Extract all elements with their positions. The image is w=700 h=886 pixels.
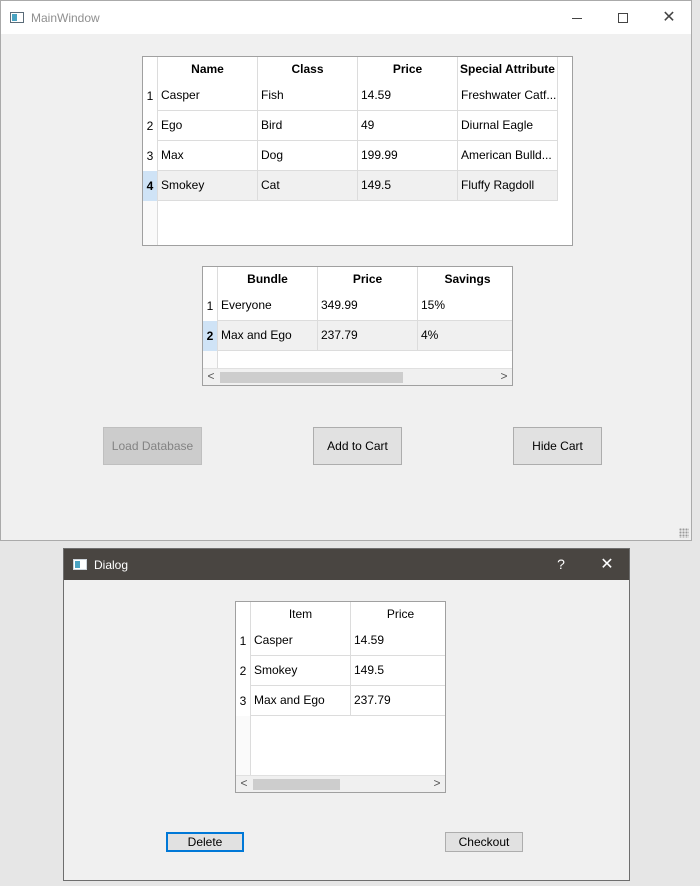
maximize-button[interactable]	[600, 1, 646, 34]
bundles-table[interactable]: Bundle Price Savings 1 Everyone 349.99 1…	[202, 266, 513, 386]
table-cell[interactable]: American Bulld...	[458, 141, 558, 171]
dialog-window-icon	[73, 559, 87, 570]
row-header[interactable]: 1	[203, 291, 218, 321]
column-header-item[interactable]: Item	[251, 602, 351, 626]
table-cell[interactable]: Max and Ego	[218, 321, 318, 351]
horizontal-scrollbar[interactable]: < >	[203, 368, 512, 385]
table-cell[interactable]: 199.99	[358, 141, 458, 171]
delete-button[interactable]: Delete	[166, 832, 244, 852]
table-cell[interactable]: 149.5	[351, 656, 445, 686]
column-header-name[interactable]: Name	[158, 57, 258, 81]
table-cell[interactable]: Cat	[258, 171, 358, 201]
row-header-filler	[236, 716, 251, 776]
dialog-window: Dialog ? ✕ Item Price 1 Casper 14.59 2 S…	[63, 548, 630, 881]
row-header[interactable]: 3	[236, 686, 251, 716]
column-header-class[interactable]: Class	[258, 57, 358, 81]
table-cell[interactable]: 15%	[418, 291, 512, 321]
table-cell[interactable]: 49	[358, 111, 458, 141]
hide-cart-button[interactable]: Hide Cart	[513, 427, 602, 465]
table-cell[interactable]: Smokey	[158, 171, 258, 201]
cart-table[interactable]: Item Price 1 Casper 14.59 2 Smokey 149.5…	[235, 601, 446, 793]
main-titlebar[interactable]: MainWindow ✕	[1, 1, 691, 34]
column-header-bundle[interactable]: Bundle	[218, 267, 318, 291]
main-window: MainWindow ✕ Name Class Price Special At…	[0, 0, 692, 541]
table-cell[interactable]: Max	[158, 141, 258, 171]
table-cell[interactable]: 14.59	[358, 81, 458, 111]
minimize-icon	[572, 17, 582, 19]
load-database-button[interactable]: Load Database	[103, 427, 202, 465]
column-header-savings[interactable]: Savings	[418, 267, 512, 291]
close-icon: ✕	[600, 556, 614, 573]
table-corner	[236, 602, 251, 626]
main-window-title: MainWindow	[31, 11, 100, 25]
table-cell[interactable]: Max and Ego	[251, 686, 351, 716]
row-header[interactable]: 2	[143, 111, 158, 141]
scroll-left-arrow-icon[interactable]: <	[203, 369, 219, 385]
table-corner	[143, 57, 158, 81]
row-header[interactable]: 1	[236, 626, 251, 656]
help-button[interactable]: ?	[538, 549, 584, 580]
row-header[interactable]: 2	[236, 656, 251, 686]
dialog-titlebar[interactable]: Dialog ? ✕	[64, 549, 629, 580]
dialog-title: Dialog	[94, 558, 129, 572]
horizontal-scrollbar[interactable]: < >	[236, 775, 445, 792]
row-header-selected[interactable]: 4	[143, 171, 158, 201]
close-icon: ✕	[662, 9, 676, 26]
dialog-close-button[interactable]: ✕	[584, 549, 630, 580]
maximize-icon	[618, 13, 628, 24]
column-header-price[interactable]: Price	[358, 57, 458, 81]
scroll-right-arrow-icon[interactable]: >	[429, 776, 445, 792]
add-to-cart-button[interactable]: Add to Cart	[313, 427, 402, 465]
column-header-price[interactable]: Price	[351, 602, 445, 626]
row-header-filler	[143, 201, 158, 245]
scroll-right-arrow-icon[interactable]: >	[496, 369, 512, 385]
table-corner	[203, 267, 218, 291]
close-button[interactable]: ✕	[646, 1, 692, 34]
table-cell[interactable]: Freshwater Catf...	[458, 81, 558, 111]
minimize-button[interactable]	[554, 1, 600, 34]
table-cell[interactable]: 237.79	[318, 321, 418, 351]
table-cell[interactable]: Smokey	[251, 656, 351, 686]
table-cell[interactable]: Casper	[158, 81, 258, 111]
app-window-icon	[10, 12, 24, 23]
row-header-filler	[203, 351, 218, 369]
table-cell[interactable]: Diurnal Eagle	[458, 111, 558, 141]
row-header[interactable]: 3	[143, 141, 158, 171]
row-header[interactable]: 1	[143, 81, 158, 111]
help-icon: ?	[557, 556, 565, 572]
table-cell[interactable]: Ego	[158, 111, 258, 141]
scrollbar-thumb[interactable]	[253, 779, 340, 790]
table-cell[interactable]: 14.59	[351, 626, 445, 656]
table-cell[interactable]: 237.79	[351, 686, 445, 716]
column-header-price[interactable]: Price	[318, 267, 418, 291]
table-cell[interactable]: 4%	[418, 321, 512, 351]
checkout-button[interactable]: Checkout	[445, 832, 523, 852]
table-cell[interactable]: Bird	[258, 111, 358, 141]
resize-grip[interactable]	[679, 528, 689, 538]
table-cell[interactable]: 349.99	[318, 291, 418, 321]
table-cell[interactable]: Casper	[251, 626, 351, 656]
scroll-left-arrow-icon[interactable]: <	[236, 776, 252, 792]
table-cell[interactable]: 149.5	[358, 171, 458, 201]
table-cell[interactable]: Dog	[258, 141, 358, 171]
pets-table[interactable]: Name Class Price Special Attribute 1 Cas…	[142, 56, 573, 246]
row-header-selected[interactable]: 2	[203, 321, 218, 351]
scrollbar-thumb[interactable]	[220, 372, 403, 383]
table-cell[interactable]: Everyone	[218, 291, 318, 321]
column-header-special-attribute[interactable]: Special Attribute	[458, 57, 558, 81]
table-cell[interactable]: Fluffy Ragdoll	[458, 171, 558, 201]
table-cell[interactable]: Fish	[258, 81, 358, 111]
